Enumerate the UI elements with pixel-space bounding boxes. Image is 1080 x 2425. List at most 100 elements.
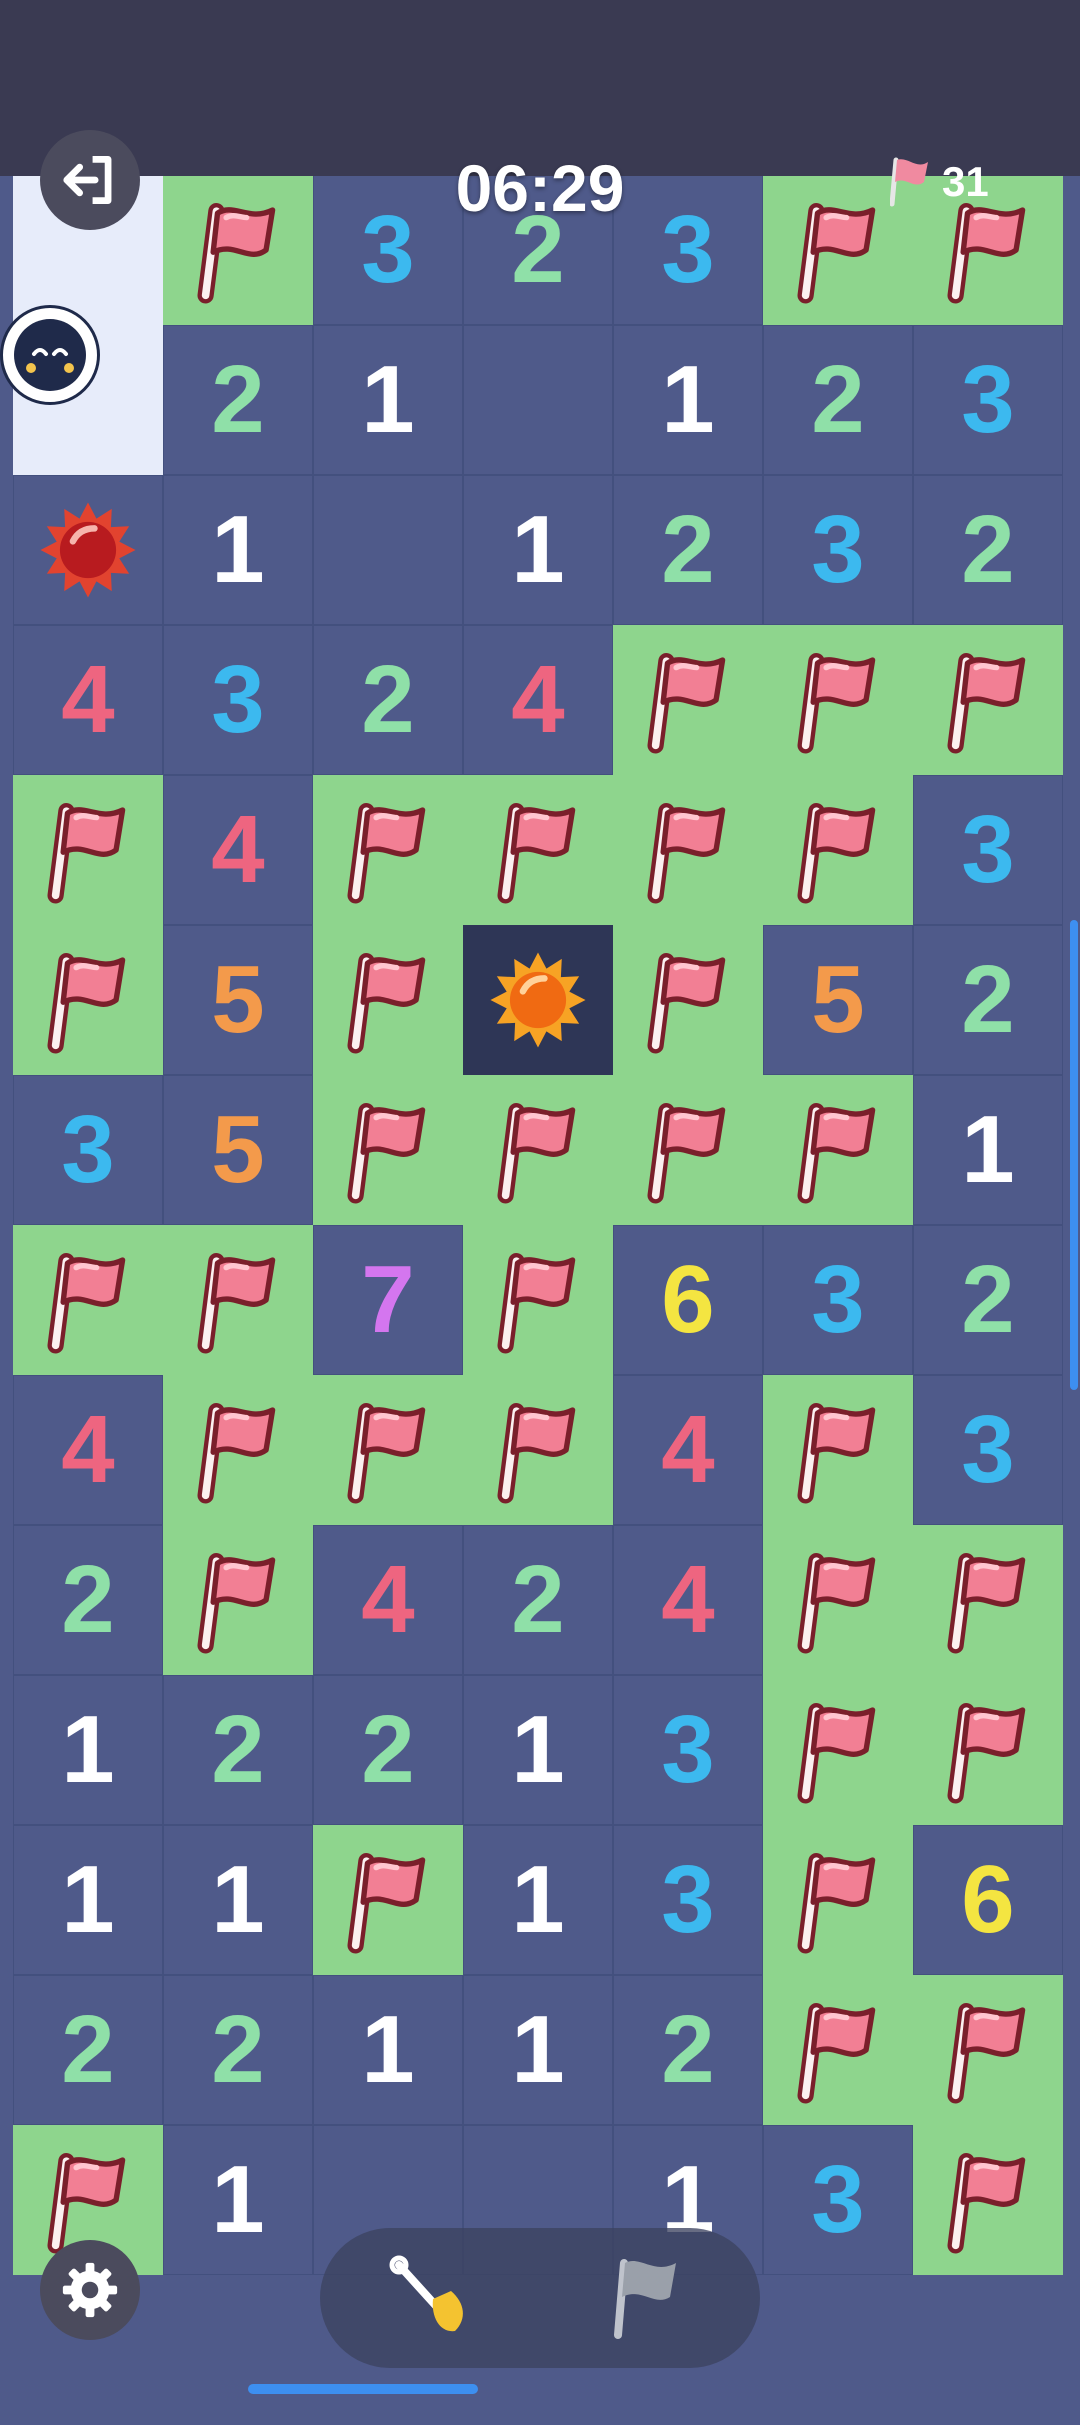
number-cell[interactable]: 3 [163,625,313,775]
number-cell[interactable]: 4 [463,625,613,775]
detonated-mine-cell[interactable] [463,925,613,1075]
number-cell[interactable]: 1 [463,1675,613,1825]
number-cell[interactable]: 1 [463,1975,613,2125]
flag-tool-button[interactable] [600,2248,700,2348]
flagged-cell[interactable] [763,1375,913,1525]
number-cell[interactable]: 3 [13,1075,163,1225]
flag-icon [634,796,742,904]
number-cell[interactable]: 2 [313,625,463,775]
number-cell[interactable]: 2 [913,925,1063,1075]
blank-cell[interactable] [463,325,613,475]
flagged-cell[interactable] [13,1225,163,1375]
flagged-cell[interactable] [763,1075,913,1225]
number-cell[interactable]: 2 [163,325,313,475]
number-cell[interactable]: 3 [913,325,1063,475]
number-cell[interactable]: 2 [163,1975,313,2125]
number-cell[interactable]: 1 [13,1675,163,1825]
number-cell[interactable]: 3 [913,1375,1063,1525]
flagged-cell[interactable] [763,1525,913,1675]
flagged-cell[interactable] [313,925,463,1075]
number-cell[interactable]: 3 [763,1225,913,1375]
number-cell[interactable]: 1 [13,1825,163,1975]
flagged-cell[interactable] [763,625,913,775]
flagged-cell[interactable] [913,1525,1063,1675]
flagged-cell[interactable] [463,1075,613,1225]
number-cell[interactable]: 4 [313,1525,463,1675]
number-cell[interactable]: 2 [13,1525,163,1675]
flagged-cell[interactable] [613,625,763,775]
number-cell[interactable]: 3 [763,475,913,625]
flagged-cell[interactable] [613,925,763,1075]
number-cell[interactable]: 2 [163,1675,313,1825]
flagged-cell[interactable] [163,1525,313,1675]
exit-button[interactable] [40,130,140,230]
number-cell[interactable]: 1 [463,475,613,625]
blank-cell[interactable] [313,475,463,625]
flagged-cell[interactable] [613,1075,763,1225]
number-cell[interactable]: 2 [313,1675,463,1825]
flagged-cell[interactable] [313,1825,463,1975]
number-cell[interactable]: 3 [763,2125,913,2275]
cell-number: 7 [361,1246,415,1353]
number-cell[interactable]: 1 [163,1825,313,1975]
player-avatar[interactable] [0,305,100,405]
flagged-cell[interactable] [913,625,1063,775]
number-cell[interactable]: 7 [313,1225,463,1375]
flagged-cell[interactable] [763,1975,913,2125]
flagged-cell[interactable] [13,775,163,925]
number-cell[interactable]: 3 [613,1825,763,1975]
flagged-cell[interactable] [913,1675,1063,1825]
number-cell[interactable]: 1 [163,475,313,625]
number-cell[interactable]: 2 [463,1525,613,1675]
scrollbar[interactable] [1070,920,1078,1390]
flagged-cell[interactable] [463,775,613,925]
flagged-cell[interactable] [763,1675,913,1825]
flagged-cell[interactable] [163,175,313,325]
number-cell[interactable]: 1 [613,325,763,475]
number-cell[interactable]: 1 [163,2125,313,2275]
dig-tool-button[interactable] [380,2248,480,2348]
number-cell[interactable]: 5 [763,925,913,1075]
settings-button[interactable] [40,2240,140,2340]
flag-icon [184,1246,292,1354]
number-cell[interactable]: 1 [313,1975,463,2125]
number-cell[interactable]: 5 [163,925,313,1075]
number-cell[interactable]: 1 [463,1825,613,1975]
number-cell[interactable]: 2 [613,1975,763,2125]
flagged-cell[interactable] [613,775,763,925]
home-indicator [248,2384,478,2394]
number-cell[interactable]: 3 [913,775,1063,925]
flagged-cell[interactable] [313,1075,463,1225]
number-cell[interactable]: 5 [163,1075,313,1225]
flagged-cell[interactable] [763,775,913,925]
flagged-cell[interactable] [313,775,463,925]
number-cell[interactable]: 2 [763,325,913,475]
cell-number: 1 [361,346,415,453]
flagged-cell[interactable] [163,1225,313,1375]
flagged-cell[interactable] [913,1975,1063,2125]
number-cell[interactable]: 1 [313,325,463,475]
number-cell[interactable]: 4 [613,1525,763,1675]
flagged-cell[interactable] [13,925,163,1075]
number-cell[interactable]: 6 [613,1225,763,1375]
number-cell[interactable]: 6 [913,1825,1063,1975]
flagged-cell[interactable] [163,1375,313,1525]
number-cell[interactable]: 4 [163,775,313,925]
number-cell[interactable]: 4 [613,1375,763,1525]
number-cell[interactable]: 4 [13,625,163,775]
number-cell[interactable]: 4 [13,1375,163,1525]
number-cell[interactable]: 2 [13,1975,163,2125]
minesweeper-board[interactable]: 3232112311232432443552351763244324241221… [11,25,1078,2425]
flagged-cell[interactable] [763,1825,913,1975]
number-cell[interactable]: 3 [613,1675,763,1825]
number-cell[interactable]: 1 [913,1075,1063,1225]
flagged-cell[interactable] [913,2125,1063,2275]
mine-cell[interactable] [13,475,163,625]
number-cell[interactable]: 2 [913,475,1063,625]
flagged-cell[interactable] [313,1375,463,1525]
flagged-cell[interactable] [463,1225,613,1375]
flag-icon [784,1846,892,1954]
number-cell[interactable]: 2 [913,1225,1063,1375]
flagged-cell[interactable] [463,1375,613,1525]
number-cell[interactable]: 2 [613,475,763,625]
